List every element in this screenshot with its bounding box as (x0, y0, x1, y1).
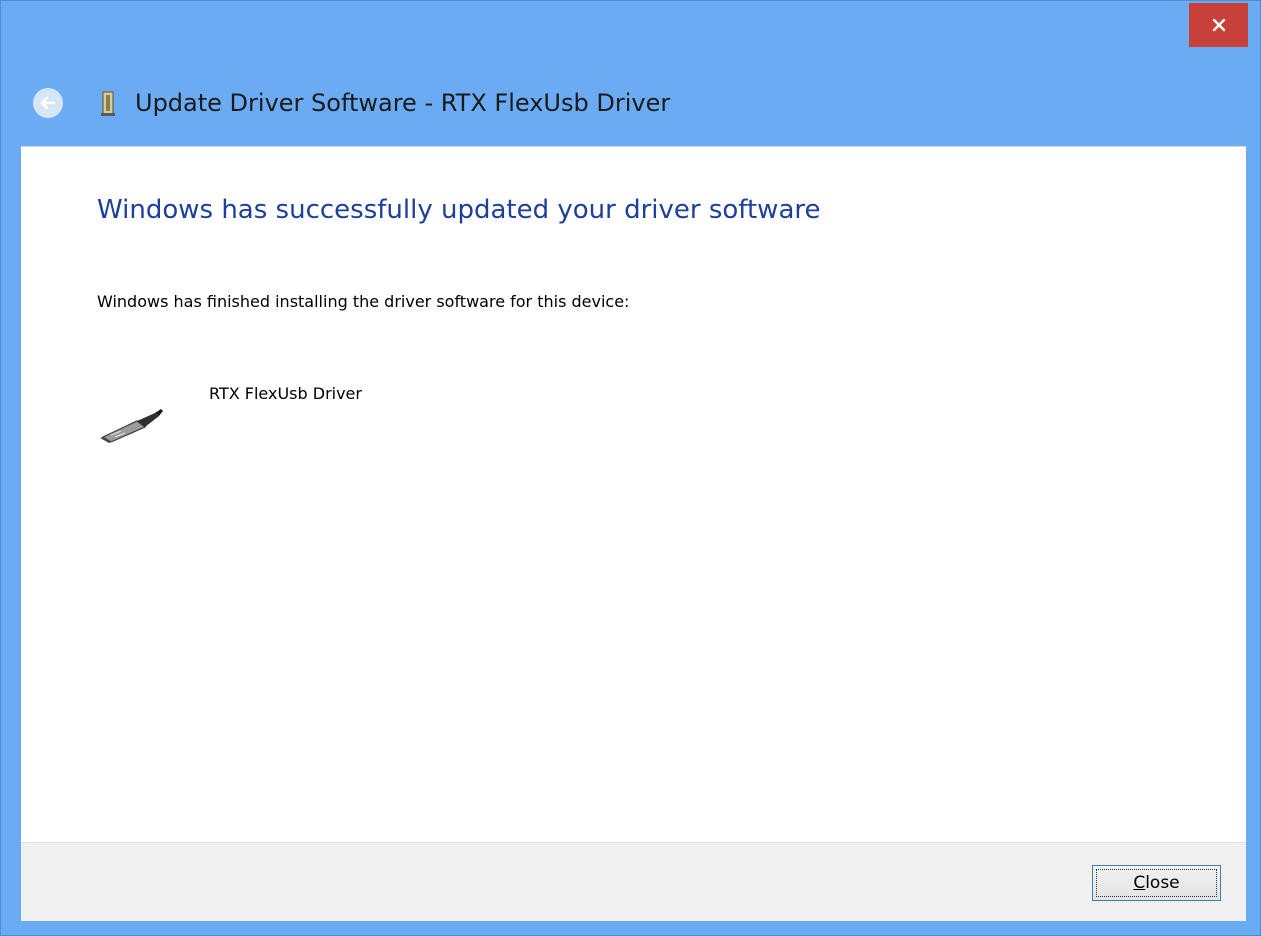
install-message: Windows has finished installing the driv… (97, 292, 630, 311)
close-button[interactable]: Close (1092, 865, 1221, 901)
dialog-footer: Close (21, 842, 1246, 921)
device-name-label: RTX FlexUsb Driver (209, 384, 362, 403)
device-icon (101, 91, 115, 116)
dialog-window: Update Driver Software - RTX FlexUsb Dri… (0, 0, 1261, 936)
close-icon (1212, 18, 1225, 32)
back-arrow-icon (40, 96, 56, 110)
focus-ring (1096, 869, 1217, 897)
window-close-button[interactable] (1189, 3, 1248, 47)
usb-plug-icon (100, 409, 163, 443)
back-button[interactable] (33, 88, 63, 118)
content-panel: Windows has successfully updated your dr… (21, 146, 1246, 843)
success-heading: Windows has successfully updated your dr… (97, 195, 821, 225)
window-title: Update Driver Software - RTX FlexUsb Dri… (135, 89, 671, 117)
